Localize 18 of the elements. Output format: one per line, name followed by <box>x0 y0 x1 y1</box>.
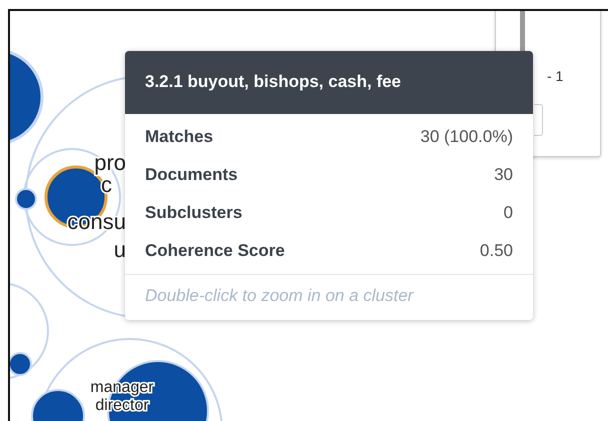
cluster-bubble[interactable] <box>10 48 44 146</box>
range-label: - 1 <box>547 68 564 84</box>
input-field[interactable] <box>534 104 543 136</box>
tooltip-title: 3.2.1 buyout, bishops, cash, fee <box>125 51 533 114</box>
cluster-bubble[interactable] <box>15 188 37 210</box>
stat-label: Documents <box>145 164 238 186</box>
stat-value: 30 (100.0%) <box>420 126 513 148</box>
cluster-label: u <box>114 237 126 262</box>
tooltip-hint: Double-click to zoom in on a cluster <box>125 274 533 320</box>
stat-value: 30 <box>494 164 513 186</box>
stat-value: 0.50 <box>480 240 513 262</box>
stat-label: Matches <box>145 126 214 148</box>
cluster-label: pro <box>94 150 126 175</box>
stat-label: Subclusters <box>145 202 242 224</box>
stat-value: 0 <box>504 202 513 224</box>
cluster-bubble[interactable] <box>31 389 85 421</box>
cluster-bubble[interactable] <box>10 352 32 376</box>
stat-label: Coherence Score <box>145 240 285 262</box>
